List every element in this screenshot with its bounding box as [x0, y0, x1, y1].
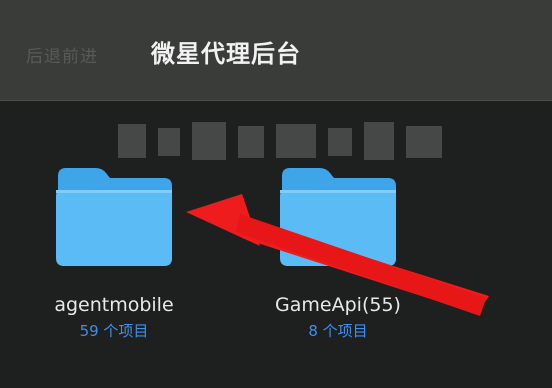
folder-item-count: 59 个项目 — [79, 322, 149, 340]
folder-item-count: 8 个项目 — [308, 322, 368, 340]
folder-agentmobile[interactable]: agentmobile 59 个项目 — [14, 158, 214, 341]
finder-toolbar: 后退前进 微星代理后台 — [0, 0, 552, 101]
folder-icon — [280, 168, 396, 266]
folder-name: GameApi(55) — [275, 294, 401, 316]
folder-icon — [56, 168, 172, 266]
folder-gameapi[interactable]: GameApi(55) 8 个项目 — [238, 158, 438, 341]
window-title: 微星代理后台 — [151, 40, 301, 68]
back-forward-buttons[interactable]: 后退前进 — [26, 42, 98, 67]
folder-name: agentmobile — [54, 294, 174, 316]
